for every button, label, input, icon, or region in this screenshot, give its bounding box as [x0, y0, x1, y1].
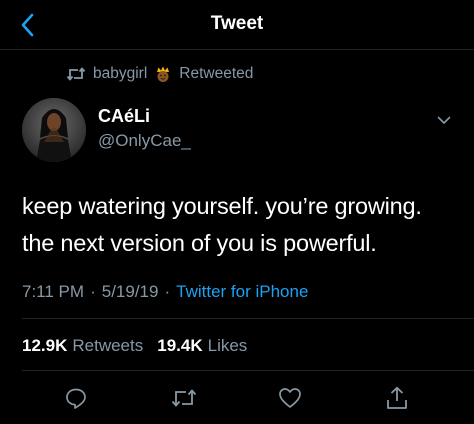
retweeted-label: Retweeted	[179, 65, 254, 82]
action-bar	[0, 384, 474, 412]
reply-icon	[66, 388, 86, 409]
author-handle[interactable]: @OnlyCae_	[98, 131, 191, 151]
likes-count: 19.4K	[157, 336, 203, 355]
meta-separator: ·	[164, 282, 171, 301]
likes-label: Likes	[207, 336, 248, 355]
avatar[interactable]	[22, 98, 86, 162]
retweet-icon	[171, 389, 197, 407]
tweet-text-line: keep watering yourself. you’re growing.	[22, 193, 422, 219]
likes-stat[interactable]: 19.4K Likes	[157, 336, 247, 356]
divider	[22, 318, 474, 319]
heart-icon	[279, 388, 301, 408]
retweets-label: Retweets	[72, 336, 144, 355]
retweets-stat[interactable]: 12.9K Retweets	[22, 336, 143, 356]
retweet-icon	[66, 67, 86, 81]
tweet-detail-screen: Tweet babygirl Retweeted CAéLi @OnlyCae_…	[0, 0, 474, 424]
divider	[22, 370, 474, 371]
tweet-text-line: the next version of you is powerful.	[22, 230, 377, 256]
crown-face-emoji	[154, 65, 172, 83]
tweet-text: keep watering yourself. you’re growing. …	[22, 188, 462, 262]
meta-separator: ·	[90, 282, 96, 301]
more-options-button[interactable]	[434, 110, 454, 130]
reply-button[interactable]	[62, 384, 90, 412]
like-button[interactable]	[276, 384, 304, 412]
page-title: Tweet	[210, 13, 264, 34]
author-display-name[interactable]: CAéLi	[98, 106, 150, 127]
tweet-source-link[interactable]: Twitter for iPhone	[176, 282, 308, 302]
tweet-time: 7:11 PM	[22, 282, 85, 301]
header-bar: Tweet	[0, 0, 474, 50]
retweeted-by[interactable]: babygirl Retweeted	[66, 62, 253, 86]
retweeter-name: babygirl	[93, 65, 148, 82]
chevron-down-icon	[437, 116, 451, 124]
share-icon	[387, 386, 407, 409]
share-button[interactable]	[383, 384, 411, 412]
tweet-date: 5/19/19	[101, 282, 159, 301]
retweets-count: 12.9K	[22, 336, 68, 355]
tweet-stats: 12.9K Retweets 19.4K Likes	[22, 336, 247, 356]
retweet-button[interactable]	[170, 384, 198, 412]
tweet-meta: 7:11 PM · 5/19/19 · Twitter for iPhone	[22, 282, 308, 302]
